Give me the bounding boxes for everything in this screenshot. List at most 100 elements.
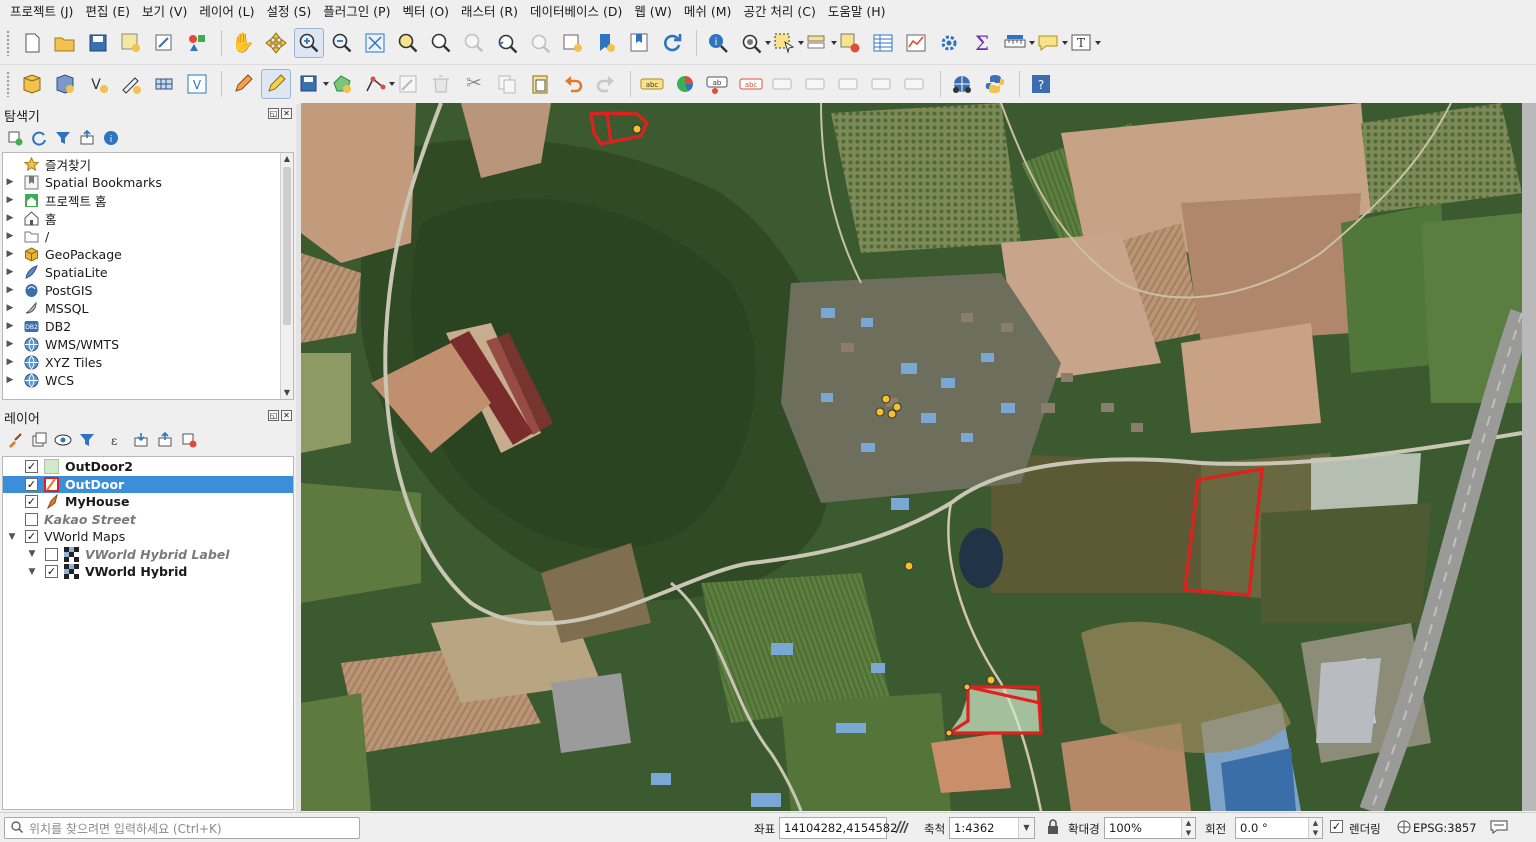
save-project-button[interactable] (83, 28, 113, 58)
layer-visibility-checkbox[interactable]: ✓ (25, 495, 38, 509)
new-bookmark-icon[interactable] (591, 28, 621, 58)
print-layout-button[interactable] (149, 28, 179, 58)
label-highlight-icon[interactable]: abc (736, 69, 766, 99)
expand-arrow-icon[interactable]: ▶ (3, 375, 17, 385)
close-panel-icon[interactable]: ✕ (281, 108, 292, 119)
remove-layer-icon[interactable] (178, 429, 200, 451)
toggle-editing-icon[interactable] (261, 68, 291, 99)
select-features-icon[interactable] (769, 28, 804, 58)
deselect-all-icon[interactable] (835, 28, 865, 58)
new-project-button[interactable] (17, 28, 47, 58)
sum-icon[interactable]: Σ (967, 28, 997, 58)
vertex-tool-icon[interactable] (360, 69, 395, 99)
browser-item[interactable]: ▶ XYZ Tiles (3, 353, 293, 371)
modify-attributes-icon[interactable] (393, 69, 423, 99)
menu-item[interactable]: 메쉬 (M) (678, 0, 738, 24)
expand-arrow-icon[interactable]: ▶ (3, 339, 17, 349)
label-move-icon[interactable] (769, 69, 799, 99)
python-console-icon[interactable] (980, 69, 1010, 99)
plugin-globe-icon[interactable] (947, 69, 977, 99)
pan-to-selection-icon[interactable] (261, 28, 291, 58)
scrollbar-thumb[interactable] (283, 167, 291, 325)
browser-item[interactable]: ▶ MSSQL (3, 299, 293, 317)
zoom-in-icon[interactable] (294, 28, 324, 58)
label-pin-icon[interactable]: ab (703, 69, 733, 99)
menu-item[interactable]: 웹 (W) (628, 0, 678, 24)
statistics-icon[interactable] (901, 28, 931, 58)
attribute-table-icon[interactable] (868, 28, 898, 58)
label-show-hide-icon[interactable] (802, 69, 832, 99)
layer-row-myhouse[interactable]: ✓ MyHouse (3, 493, 293, 511)
label-rotate-icon[interactable] (835, 69, 865, 99)
expand-arrow-icon[interactable]: ▶ (3, 357, 17, 367)
magnifier-spinbox[interactable]: 100% ▲ ▼ (1104, 817, 1196, 839)
lock-icon[interactable] (1046, 819, 1060, 838)
label-change-icon[interactable] (868, 69, 898, 99)
help-icon[interactable]: ? (1026, 69, 1056, 99)
show-bookmarks-icon[interactable] (624, 28, 654, 58)
scroll-down-icon[interactable]: ▼ (281, 387, 293, 399)
expand-arrow-icon[interactable]: ▶ (3, 177, 17, 187)
add-selected-layers-icon[interactable] (4, 127, 26, 149)
manage-visibility-icon[interactable] (52, 429, 74, 451)
processing-toolbox-icon[interactable] (934, 28, 964, 58)
menu-item[interactable]: 프로젝트 (J) (4, 0, 79, 24)
refresh-icon[interactable] (28, 127, 50, 149)
messages-icon[interactable] (1490, 819, 1508, 838)
layer-row-outdoor[interactable]: ✓ OutDoor (3, 475, 293, 493)
collapse-all-icon[interactable] (76, 127, 98, 149)
layer-visibility-checkbox[interactable]: ✓ (25, 530, 38, 544)
open-project-button[interactable] (50, 28, 80, 58)
collapse-arrow-icon[interactable]: ▼ (25, 549, 39, 559)
browser-item[interactable]: ▶ WCS (3, 371, 293, 389)
zoom-out-icon[interactable] (327, 28, 357, 58)
layer-row-vworld-hybrid[interactable]: ▼ ✓ VWorld Hybrid (3, 563, 293, 581)
expand-arrow-icon[interactable]: ▶ (3, 321, 17, 331)
toggle-extents-icon[interactable] (894, 819, 910, 838)
expand-arrow-icon[interactable]: ▶ (3, 213, 17, 223)
add-geopackage-layer-icon[interactable] (50, 69, 80, 99)
delete-selected-icon[interactable] (426, 69, 456, 99)
label-edit-icon[interactable] (901, 69, 931, 99)
layer-row-outdoor2[interactable]: ✓ OutDoor2 (3, 458, 293, 476)
float-panel-icon[interactable]: ◱ (268, 410, 279, 421)
scale-combobox[interactable]: 1:4362 ▼ (949, 817, 1035, 839)
toolbar-grip[interactable] (6, 70, 11, 97)
browser-item[interactable]: ▶ GeoPackage (3, 245, 293, 263)
menu-item[interactable]: 편집 (E) (79, 0, 136, 24)
collapse-arrow-icon[interactable]: ▼ (5, 532, 19, 542)
select-by-value-icon[interactable] (802, 28, 837, 58)
toolbar-grip[interactable] (6, 30, 11, 56)
edit-pencil-icon[interactable] (228, 69, 258, 99)
expand-arrow-icon[interactable]: ▶ (3, 195, 17, 205)
coordinate-field[interactable]: 14104282,4154582 (779, 817, 897, 839)
map-tips-icon[interactable] (736, 28, 771, 58)
pan-hand-icon[interactable]: ✋ (228, 28, 258, 58)
measure-icon[interactable] (1000, 28, 1035, 58)
layer-group-vworld-maps[interactable]: ▼ ✓ VWorld Maps (3, 528, 293, 546)
scroll-up-icon[interactable]: ▲ (281, 153, 293, 165)
zoom-to-selection-icon[interactable] (393, 28, 423, 58)
add-group-icon[interactable] (28, 429, 50, 451)
browser-item[interactable]: ▶ 프로젝트 홈 (3, 191, 293, 209)
browser-item[interactable]: ▶ / (3, 227, 293, 245)
save-layer-edits-icon[interactable] (294, 69, 329, 99)
layer-visibility-checkbox[interactable]: ✓ (25, 460, 38, 474)
diagram-options-icon[interactable] (670, 69, 700, 99)
undo-icon[interactable] (558, 69, 588, 99)
rotation-spinbox[interactable]: 0.0 ° ▲ ▼ (1235, 817, 1323, 839)
filter-expression-icon[interactable]: ε (100, 429, 128, 451)
chevron-down-icon[interactable]: ▼ (1018, 818, 1034, 838)
add-mesh-layer-icon[interactable] (149, 69, 179, 99)
crs-button[interactable]: EPSG:3857 (1413, 821, 1477, 835)
paste-features-icon[interactable] (525, 69, 555, 99)
new-map-view-icon[interactable] (558, 28, 588, 58)
filter-icon[interactable] (52, 127, 74, 149)
spin-arrows-icon[interactable]: ▲ ▼ (1308, 818, 1322, 838)
filter-legend-icon[interactable] (76, 429, 98, 451)
menu-item[interactable]: 설정 (S) (261, 0, 318, 24)
add-virtual-layer-icon[interactable]: V (182, 69, 212, 99)
annotation-icon[interactable] (1033, 28, 1068, 58)
zoom-to-layer-icon[interactable] (426, 28, 456, 58)
layer-visibility-checkbox[interactable]: ✓ (25, 477, 38, 491)
